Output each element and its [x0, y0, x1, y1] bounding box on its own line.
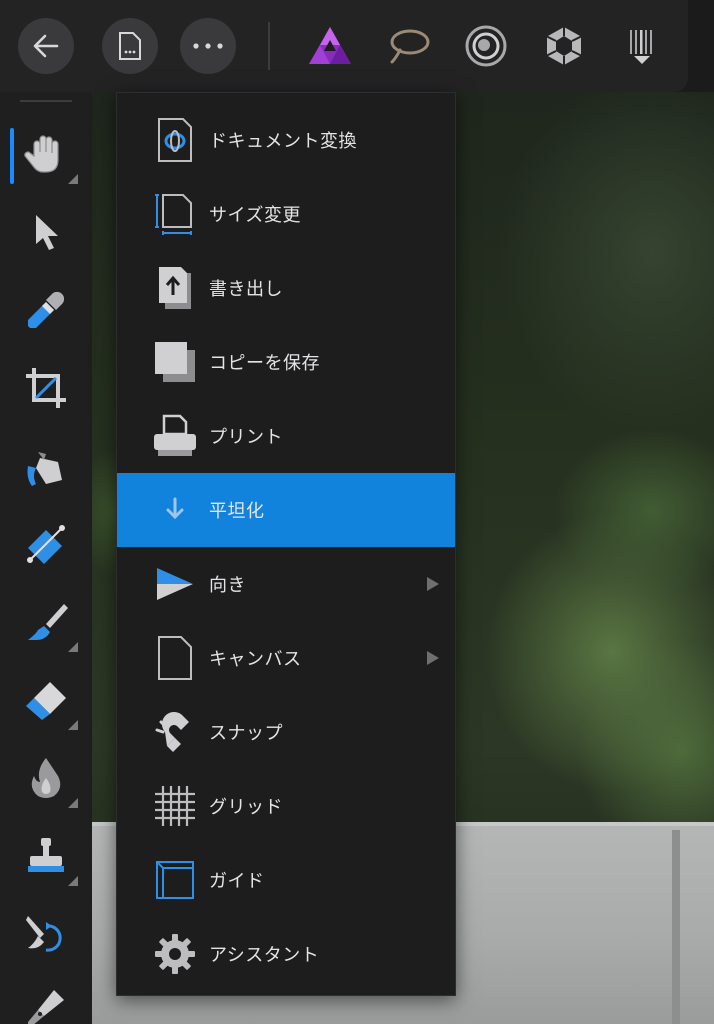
crop-tool[interactable]	[20, 362, 72, 414]
canvas-icon	[151, 634, 199, 682]
menu-item-label: コピーを保存	[209, 353, 320, 374]
submenu-arrow-icon	[427, 651, 439, 665]
menu-item-assistant[interactable]: アシスタント	[117, 917, 455, 991]
menu-item-label: ドキュメント変換	[209, 131, 357, 152]
assistant-gear-icon	[151, 930, 199, 978]
burn-tool[interactable]	[20, 752, 78, 808]
menu-item-label: グリッド	[209, 797, 283, 818]
undo-brush-icon	[24, 912, 68, 956]
gradient-icon	[24, 522, 68, 566]
undo-brush-tool[interactable]	[20, 908, 72, 960]
menu-item-export[interactable]: 書き出し	[117, 251, 455, 325]
tone-mapping-persona-button[interactable]	[540, 22, 588, 70]
menu-item-grid[interactable]: グリッド	[117, 769, 455, 843]
submenu-arrow-icon	[427, 577, 439, 591]
develop-persona-button[interactable]	[462, 22, 510, 70]
eraser-icon	[24, 678, 68, 722]
clone-tool[interactable]	[20, 830, 78, 886]
grid-icon	[151, 782, 199, 830]
save-copy-icon	[151, 338, 199, 386]
guides-icon	[151, 856, 199, 904]
menu-item-resize[interactable]: サイズ変更	[117, 177, 455, 251]
move-tool[interactable]	[20, 206, 72, 258]
more-icon	[192, 42, 224, 50]
menu-item-label: プリント	[209, 427, 283, 448]
menu-item-convert-document[interactable]: ドキュメント変換	[117, 103, 455, 177]
photo-persona-icon	[306, 24, 354, 68]
hand-tool[interactable]	[20, 128, 78, 184]
convert-document-icon	[151, 116, 199, 164]
menu-item-label: 向き	[209, 575, 246, 596]
menu-item-orientation[interactable]: 向き	[117, 547, 455, 621]
menu-item-label: 平坦化	[209, 501, 265, 522]
liquify-persona-button[interactable]	[386, 22, 434, 70]
gradient-tool[interactable]	[20, 518, 72, 570]
menu-item-guides[interactable]: ガイド	[117, 843, 455, 917]
tool-flyout-indicator	[68, 720, 78, 730]
burn-icon	[26, 756, 66, 800]
tool-flyout-indicator	[68, 798, 78, 808]
clone-stamp-icon	[24, 834, 68, 878]
back-button[interactable]	[18, 18, 74, 74]
menu-item-label: キャンバス	[209, 649, 302, 670]
pen-tool[interactable]	[20, 982, 72, 1024]
color-picker-tool[interactable]	[20, 284, 72, 336]
document-button[interactable]	[102, 18, 158, 74]
menu-item-label: アシスタント	[209, 945, 320, 966]
photo-persona-button[interactable]	[306, 22, 354, 70]
print-icon	[151, 412, 199, 460]
color-picker-icon	[24, 288, 68, 332]
tool-flyout-indicator	[68, 876, 78, 886]
menu-item-flatten[interactable]: 平坦化	[117, 473, 455, 547]
wall-pillar	[672, 830, 680, 1024]
export-persona-icon	[624, 26, 660, 66]
menu-item-canvas[interactable]: キャンバス	[117, 621, 455, 695]
top-toolbar	[0, 0, 688, 92]
document-menu: ドキュメント変換 サイズ変更 書き出し コピーを保存 プリント 平坦化 向き キ…	[116, 92, 456, 996]
paint-brush-tool[interactable]	[20, 596, 78, 652]
menu-item-snap[interactable]: スナップ	[117, 695, 455, 769]
develop-persona-icon	[464, 24, 508, 68]
liquify-persona-icon	[388, 26, 432, 66]
orientation-icon	[151, 560, 199, 608]
pen-icon	[24, 986, 68, 1024]
export-persona-button[interactable]	[618, 22, 666, 70]
more-button[interactable]	[180, 18, 236, 74]
tool-flyout-indicator	[68, 642, 78, 652]
crop-icon	[24, 366, 68, 410]
document-icon	[117, 31, 143, 61]
tool-flyout-indicator	[68, 174, 78, 184]
flatten-icon	[151, 486, 199, 534]
tone-mapping-persona-icon	[543, 24, 585, 68]
toolbar-divider	[268, 22, 270, 70]
menu-item-print[interactable]: プリント	[117, 399, 455, 473]
export-icon	[151, 264, 199, 312]
erase-tool[interactable]	[20, 674, 78, 730]
snap-magnet-icon	[151, 708, 199, 756]
tools-divider	[20, 100, 72, 102]
paint-bucket-icon	[24, 444, 68, 488]
menu-item-label: ガイド	[209, 871, 265, 892]
menu-item-label: スナップ	[209, 723, 283, 744]
tools-panel	[0, 92, 92, 1024]
menu-item-label: 書き出し	[209, 279, 283, 300]
paint-brush-icon	[24, 600, 68, 644]
move-icon	[28, 212, 64, 252]
resize-icon	[151, 190, 199, 238]
hand-icon	[24, 132, 68, 176]
active-tool-indicator	[10, 128, 14, 184]
back-arrow-icon	[31, 31, 61, 61]
menu-item-label: サイズ変更	[209, 205, 301, 226]
menu-item-save-copy[interactable]: コピーを保存	[117, 325, 455, 399]
fill-tool[interactable]	[20, 440, 72, 492]
